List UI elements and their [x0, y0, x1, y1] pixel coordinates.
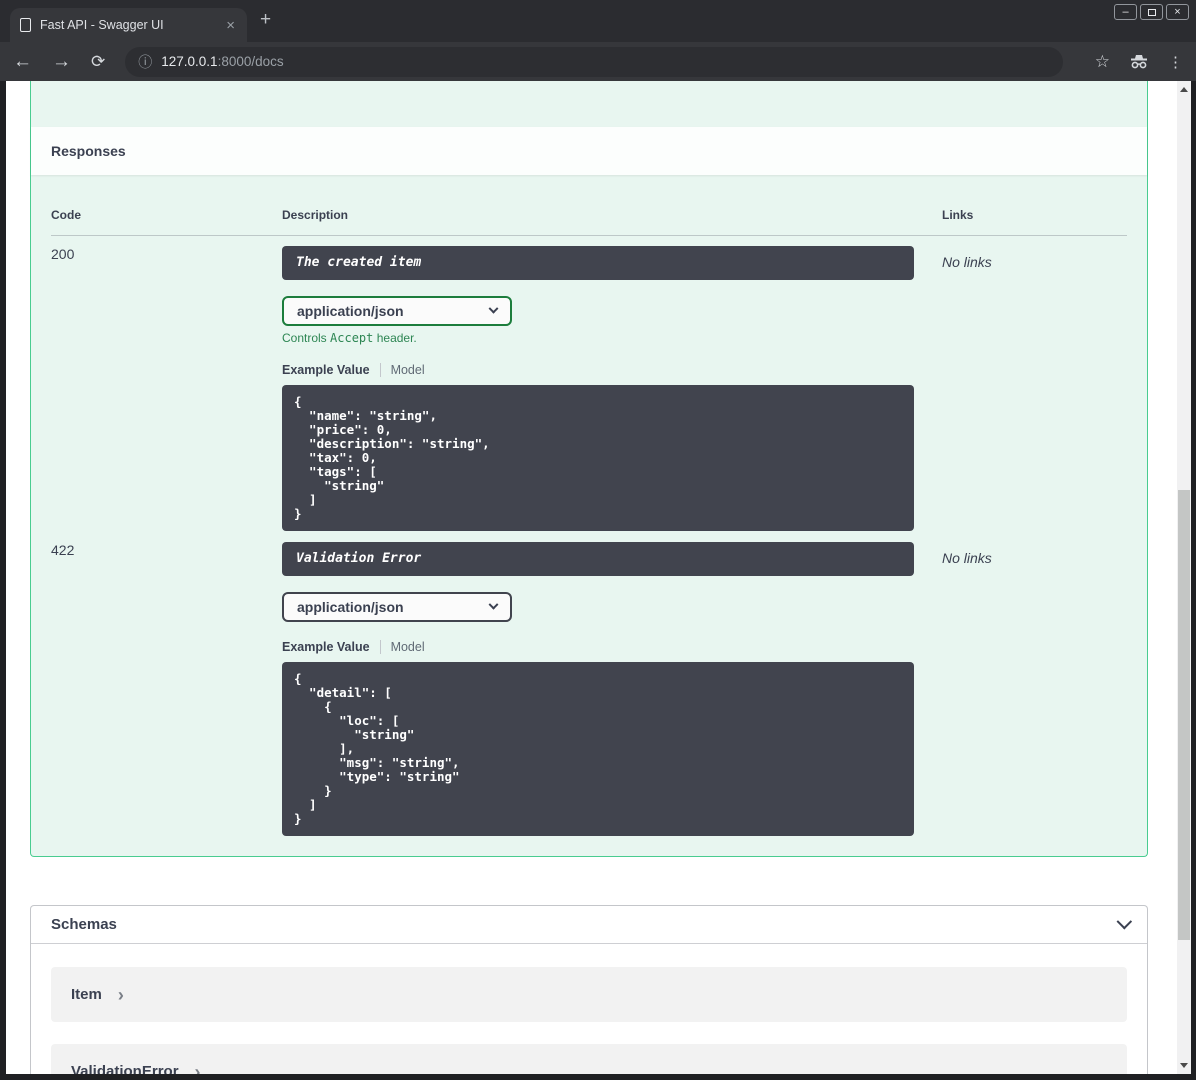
hint-post: header.: [373, 331, 417, 345]
media-type-value: application/json: [297, 599, 404, 615]
schema-validationerror-card[interactable]: ValidationError ›: [51, 1044, 1127, 1080]
response-code: 200: [51, 246, 75, 262]
schemas-header[interactable]: Schemas: [31, 906, 1147, 944]
forward-icon[interactable]: →: [52, 52, 71, 71]
responses-section-header: Responses: [31, 127, 1147, 175]
url-host: 127.0.0.1: [161, 54, 218, 69]
page-favicon-icon: [20, 18, 31, 32]
tab-title: Fast API - Swagger UI: [40, 18, 164, 32]
url-text: 127.0.0.1:8000/docs: [161, 54, 283, 69]
tab-close-icon[interactable]: ×: [224, 18, 237, 33]
tab-model[interactable]: Model: [391, 640, 425, 654]
new-tab-button[interactable]: +: [260, 9, 271, 31]
example-model-tabs: Example Value Model: [282, 640, 942, 654]
browser-toolbar: ← → ⟳ ⓘ 127.0.0.1:8000/docs ☆ ⋮: [0, 42, 1196, 81]
maximize-button[interactable]: [1140, 4, 1163, 20]
hint-pre: Controls: [282, 331, 331, 345]
address-bar[interactable]: ⓘ 127.0.0.1:8000/docs: [125, 46, 1063, 77]
back-icon[interactable]: ←: [13, 52, 32, 71]
tab-example-value[interactable]: Example Value: [282, 640, 370, 654]
browser-menu-icon[interactable]: ⋮: [1168, 53, 1183, 71]
incognito-icon: [1131, 54, 1147, 68]
response-description-cell: The created item application/json Contro…: [282, 246, 942, 531]
schemas-body: Item › ValidationError ›: [31, 944, 1147, 1080]
titlebar: Fast API - Swagger UI × + – ×: [0, 0, 1196, 42]
responses-table: Code Description Links 200 The created i…: [51, 203, 1127, 836]
response-description: The created item: [282, 246, 914, 280]
col-header-links: Links: [942, 208, 974, 222]
media-type-value: application/json: [297, 303, 404, 319]
response-description: Validation Error: [282, 542, 914, 576]
chevron-down-icon: [488, 599, 499, 610]
response-links: No links: [942, 254, 992, 270]
tab-example-value[interactable]: Example Value: [282, 363, 370, 377]
tab-divider: [379, 640, 381, 654]
response-row-422: 422 Validation Error application/json Ex…: [51, 531, 1127, 836]
chevron-down-icon[interactable]: [1116, 913, 1133, 930]
schema-item-card[interactable]: Item ›: [51, 967, 1127, 1022]
site-info-icon[interactable]: ⓘ: [138, 52, 152, 72]
response-code: 422: [51, 542, 75, 558]
media-type-select[interactable]: application/json: [282, 296, 512, 326]
window-controls: – ×: [1114, 4, 1189, 20]
browser-window: Fast API - Swagger UI × + – × ← → ⟳ ⓘ 12…: [0, 0, 1196, 1080]
scrollbar-thumb[interactable]: [1178, 490, 1190, 940]
close-button[interactable]: ×: [1166, 4, 1189, 20]
hint-accept: Accept: [330, 331, 374, 345]
browser-tab[interactable]: Fast API - Swagger UI ×: [10, 8, 247, 42]
schemas-section: Schemas Item › ValidationError ›: [30, 905, 1148, 1080]
accept-header-hint: Controls Accept header.: [282, 331, 942, 345]
col-header-code: Code: [51, 208, 81, 222]
maximize-icon: [1147, 8, 1156, 16]
media-type-select[interactable]: application/json: [282, 592, 512, 622]
response-row-200: 200 The created item application/json Co…: [51, 236, 1127, 531]
responses-table-header: Code Description Links: [51, 203, 1127, 236]
scroll-down-icon[interactable]: [1180, 1063, 1188, 1068]
post-endpoint-block: Responses Code Description Links 200 The…: [30, 81, 1148, 857]
example-model-tabs: Example Value Model: [282, 363, 942, 377]
schema-name: Item: [71, 986, 102, 1003]
example-json-422: { "detail": [ { "loc": [ "string" ], "ms…: [282, 662, 914, 836]
responses-title: Responses: [51, 143, 126, 159]
vertical-scrollbar[interactable]: [1177, 81, 1191, 1074]
response-description-cell: Validation Error application/json Exampl…: [282, 542, 942, 836]
col-header-description: Description: [282, 208, 349, 222]
page-viewport: Responses Code Description Links 200 The…: [0, 81, 1196, 1080]
schemas-title: Schemas: [51, 916, 117, 933]
schema-name: ValidationError: [71, 1063, 179, 1080]
tab-model[interactable]: Model: [391, 363, 425, 377]
example-json-200: { "name": "string", "price": 0, "descrip…: [282, 385, 914, 531]
response-links: No links: [942, 550, 992, 566]
chevron-right-icon: ›: [194, 1061, 201, 1080]
reload-icon[interactable]: ⟳: [91, 53, 105, 70]
chevron-down-icon: [488, 303, 499, 314]
url-path: :8000/docs: [217, 54, 284, 69]
chevron-right-icon: ›: [117, 984, 124, 1005]
minimize-button[interactable]: –: [1114, 4, 1137, 20]
scroll-up-icon[interactable]: [1180, 87, 1188, 92]
tab-divider: [379, 363, 381, 377]
bookmark-star-icon[interactable]: ☆: [1095, 52, 1110, 72]
